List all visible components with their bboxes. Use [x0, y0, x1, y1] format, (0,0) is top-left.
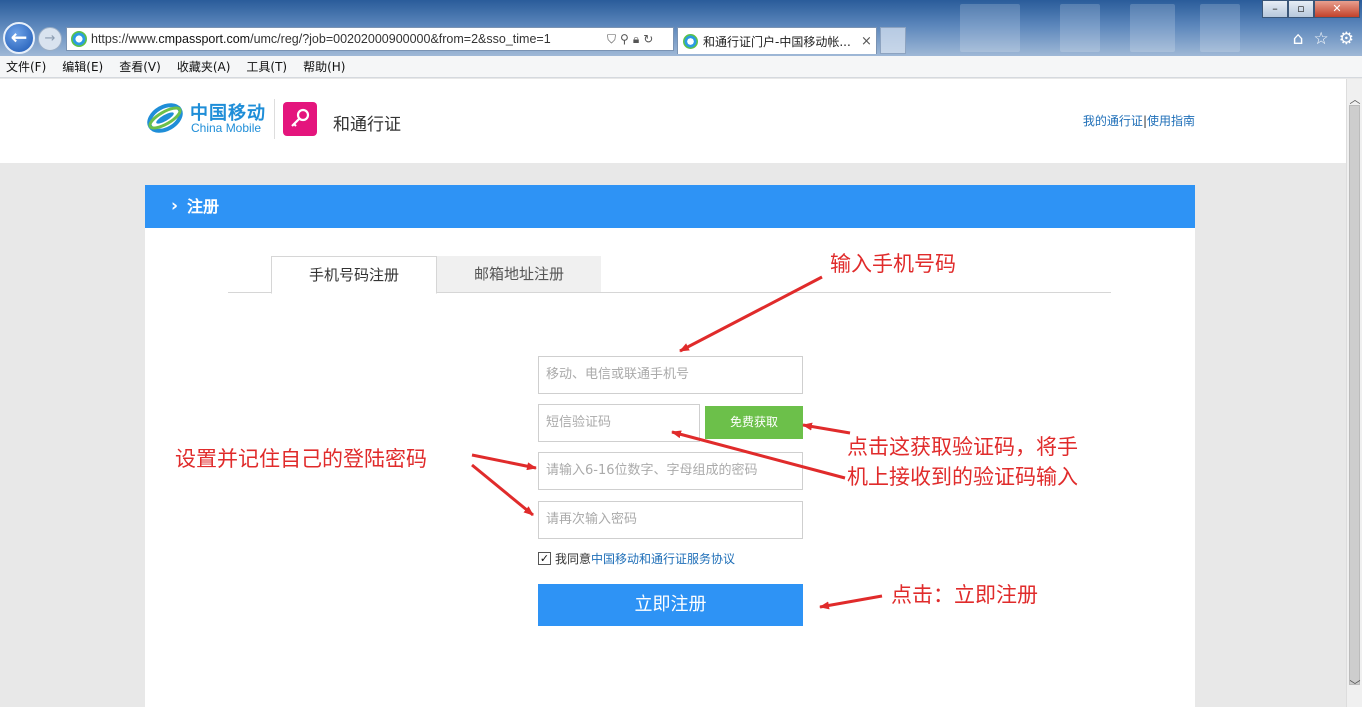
annotation-submit: 点击：立即注册	[891, 583, 1038, 607]
menu-tools[interactable]: 工具(T)	[246, 58, 287, 75]
sms-code-input[interactable]: 短信验证码	[538, 404, 700, 442]
back-button[interactable]: ←	[3, 22, 35, 54]
annotation-password: 设置并记住自己的登陆密码	[175, 447, 427, 471]
agreement-row: ✓ 我同意 中国移动和通行证服务协议	[538, 550, 735, 567]
site-favicon-icon	[71, 31, 87, 47]
panel-title: 注册	[187, 197, 220, 216]
shield-icon[interactable]: ⛉	[607, 32, 616, 47]
background-decoration	[1060, 4, 1100, 52]
address-bar[interactable]: https://www.cmpassport.com/umc/reg/?job=…	[66, 27, 674, 51]
service-agreement-link[interactable]: 中国移动和通行证服务协议	[591, 550, 735, 567]
china-mobile-logo-icon[interactable]	[146, 99, 184, 137]
header-links: 我的通行证|使用指南	[1083, 112, 1195, 129]
url-text[interactable]: https://www.cmpassport.com/umc/reg/?job=…	[91, 32, 603, 46]
agree-label: 我同意	[555, 552, 592, 566]
menu-help[interactable]: 帮助(H)	[303, 58, 345, 75]
menu-edit[interactable]: 编辑(E)	[62, 58, 103, 75]
register-tabs: 手机号码注册 邮箱地址注册	[228, 255, 1111, 294]
lock-icon[interactable]: 🔒︎	[633, 32, 639, 47]
logo-text-en: China Mobile	[191, 121, 262, 135]
tab-close-icon[interactable]: ×	[861, 34, 872, 49]
agree-checkbox[interactable]: ✓	[538, 552, 551, 565]
maximize-button[interactable]: ▫	[1288, 0, 1314, 18]
chevron-right-icon: ›	[171, 196, 179, 216]
window-controls: – ▫ ✕	[1262, 0, 1360, 18]
background-decoration	[1130, 4, 1175, 52]
minimize-button[interactable]: –	[1262, 0, 1288, 18]
forward-button[interactable]: →	[38, 27, 62, 51]
page-content: 中国移动 China Mobile 和通行证 我的通行证|使用指南 › 注册 手…	[0, 79, 1346, 707]
user-guide-link[interactable]: 使用指南	[1147, 114, 1195, 128]
scrollbar-thumb[interactable]	[1349, 105, 1360, 685]
chevron-down-icon[interactable]: ﹀	[1347, 677, 1362, 693]
browser-toolbar-right: ⌂ ☆ ⚙	[1293, 29, 1354, 49]
background-decoration	[960, 4, 1020, 52]
gear-icon[interactable]: ⚙	[1339, 29, 1354, 49]
tab-email-register[interactable]: 邮箱地址注册	[437, 256, 601, 292]
brand-name: 和通行证	[333, 115, 401, 135]
background-decoration	[1200, 4, 1240, 52]
tab-phone-register[interactable]: 手机号码注册	[271, 256, 437, 294]
get-sms-code-button[interactable]: 免费获取	[705, 406, 803, 439]
register-submit-button[interactable]: 立即注册	[538, 584, 803, 626]
new-tab-button[interactable]	[880, 27, 906, 54]
tab-title: 和通行证门户-中国移动帐...	[703, 34, 851, 49]
annotation-sms-line2: 机上接收到的验证码输入	[847, 465, 1078, 489]
star-icon[interactable]: ☆	[1314, 29, 1329, 49]
menu-file[interactable]: 文件(F)	[6, 58, 46, 75]
menu-bar: 文件(F) 编辑(E) 查看(V) 收藏夹(A) 工具(T) 帮助(H)	[0, 56, 1362, 78]
confirm-password-input[interactable]: 请再次输入密码	[538, 501, 803, 539]
logo-divider	[274, 99, 275, 139]
menu-favorites[interactable]: 收藏夹(A)	[177, 58, 231, 75]
arrow-left-icon: ←	[10, 25, 28, 49]
arrow-right-icon: →	[44, 31, 56, 46]
browser-tab[interactable]: 和通行证门户-中国移动帐... ×	[677, 27, 877, 54]
tab-favicon-icon	[683, 33, 698, 49]
refresh-icon[interactable]: ↻	[643, 32, 653, 47]
vertical-scrollbar[interactable]: ︿ ﹀	[1346, 79, 1362, 707]
menu-view[interactable]: 查看(V)	[119, 58, 161, 75]
my-passport-link[interactable]: 我的通行证	[1083, 114, 1143, 128]
annotation-phone: 输入手机号码	[830, 252, 956, 276]
password-input[interactable]: 请输入6-16位数字、字母组成的密码	[538, 452, 803, 490]
key-icon	[283, 102, 317, 136]
close-window-button[interactable]: ✕	[1314, 0, 1360, 18]
site-header: 中国移动 China Mobile 和通行证 我的通行证|使用指南	[0, 79, 1346, 163]
home-icon[interactable]: ⌂	[1293, 29, 1304, 49]
annotation-sms-line1: 点击这获取验证码，将手	[847, 435, 1078, 459]
panel-header: › 注册	[145, 185, 1195, 228]
search-icon[interactable]: ⚲	[620, 32, 629, 47]
phone-input[interactable]: 移动、电信或联通手机号	[538, 356, 803, 394]
